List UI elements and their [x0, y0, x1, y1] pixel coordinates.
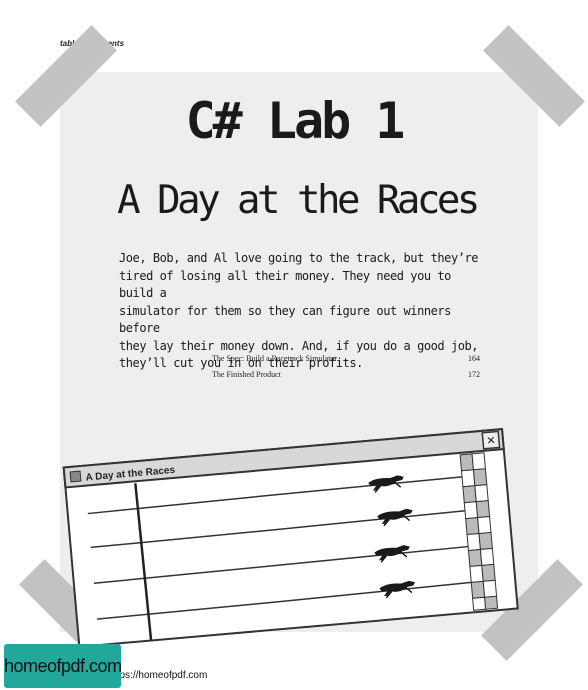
racetrack-window-illustration: A Day at the Races ✕	[62, 428, 519, 648]
homeofpdf-logo[interactable]: homeofpdf.com	[4, 644, 122, 688]
window-app-icon	[69, 470, 82, 483]
close-glyph: ✕	[486, 434, 496, 448]
